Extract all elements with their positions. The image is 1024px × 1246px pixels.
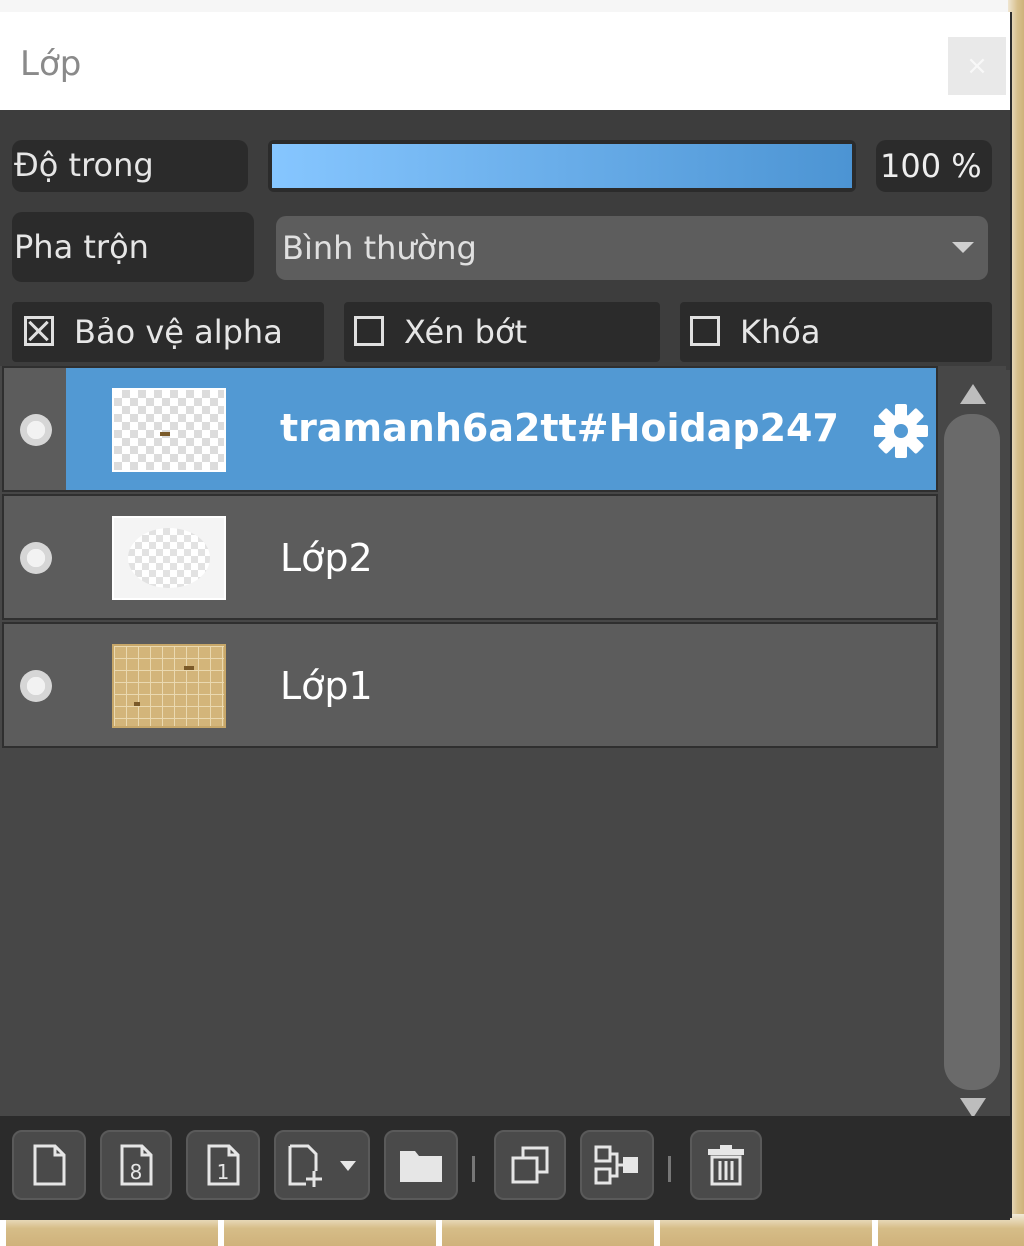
new-folder-button[interactable] (384, 1130, 458, 1200)
merge-icon (594, 1145, 638, 1185)
trash-icon (708, 1145, 744, 1186)
delete-layer-button[interactable] (690, 1130, 762, 1200)
folder-icon (400, 1151, 442, 1182)
scroll-down-icon[interactable] (960, 1098, 986, 1118)
visibility-toggle-icon[interactable] (20, 542, 52, 574)
svg-text:8: 8 (130, 1160, 143, 1184)
protect-alpha-option[interactable]: Bảo vệ alpha (12, 302, 324, 362)
layer-row[interactable]: tramanh6a2tt#Hoidap247 (2, 366, 938, 492)
layer-name[interactable]: Lớp2 (280, 536, 373, 580)
duplicate-layer-button[interactable] (494, 1130, 566, 1200)
opacity-slider-fill (272, 144, 852, 188)
blend-mode-value: Bình thường (282, 229, 477, 267)
layer-name[interactable]: tramanh6a2tt#Hoidap247 (280, 406, 839, 450)
lock-checkbox[interactable] (690, 316, 720, 346)
panel-title: Lớp (20, 44, 82, 84)
layer-list-scrollbar[interactable] (942, 366, 1006, 1122)
thumbnail-shape (128, 528, 210, 588)
scroll-up-icon[interactable] (960, 384, 986, 404)
layer-thumbnail (112, 388, 226, 472)
svg-text:1: 1 (217, 1160, 230, 1184)
chevron-down-icon (952, 242, 974, 253)
thumbnail-mark (134, 702, 140, 706)
panel-titlebar: Lớp × (0, 12, 1010, 110)
visibility-toggle-icon[interactable] (20, 414, 52, 446)
blend-label: Pha trộn (12, 212, 254, 282)
protect-alpha-checkbox[interactable] (24, 316, 54, 346)
merge-layer-button[interactable] (580, 1130, 654, 1200)
gear-icon[interactable] (870, 400, 932, 462)
layer-row[interactable]: Lớp1 (2, 622, 938, 748)
layer-8-icon: 8 (120, 1144, 153, 1186)
clipping-option[interactable]: Xén bớt (344, 302, 660, 362)
layer-1-icon: 1 (207, 1144, 240, 1186)
lock-label: Khóa (740, 313, 821, 351)
layers-panel: Lớp × Độ trong 100 % Pha trộn Bình thườn… (0, 12, 1012, 1220)
background-top (0, 0, 1024, 12)
thumbnail-mark (184, 666, 194, 670)
scroll-thumb[interactable] (944, 414, 1000, 1090)
layer-list: tramanh6a2tt#Hoidap247 Lớp2 Lớp1 (0, 366, 942, 1118)
opacity-slider[interactable] (268, 140, 856, 192)
layer-thumbnail (112, 644, 226, 728)
opacity-value[interactable]: 100 % (876, 140, 992, 192)
opacity-label: Độ trong (12, 140, 248, 192)
visibility-toggle-icon[interactable] (20, 670, 52, 702)
toolbar-separator (668, 1156, 671, 1182)
lock-option[interactable]: Khóa (680, 302, 992, 362)
layer-name[interactable]: Lớp1 (280, 664, 373, 708)
new-layer-8bit-button[interactable]: 8 (100, 1130, 172, 1200)
layer-thumbnail (112, 516, 226, 600)
blend-mode-select[interactable]: Bình thường (276, 216, 988, 280)
clipping-label: Xén bớt (404, 313, 528, 351)
new-layer-icon (33, 1144, 66, 1186)
close-button[interactable]: × (948, 37, 1006, 95)
add-layer-menu-button[interactable] (274, 1130, 370, 1200)
clipping-checkbox[interactable] (354, 316, 384, 346)
duplicate-icon (511, 1146, 549, 1184)
toolbar-separator (472, 1156, 475, 1182)
layer-row[interactable]: Lớp2 (2, 494, 938, 620)
new-layer-button[interactable] (12, 1130, 86, 1200)
thumbnail-mark (160, 432, 170, 436)
layer-toolbar: 8 1 (0, 1116, 1010, 1220)
layer-properties: Độ trong 100 % Pha trộn Bình thường Bảo … (0, 110, 1010, 370)
add-layer-icon (288, 1144, 356, 1187)
new-layer-1bit-button[interactable]: 1 (186, 1130, 260, 1200)
protect-alpha-label: Bảo vệ alpha (74, 313, 283, 351)
